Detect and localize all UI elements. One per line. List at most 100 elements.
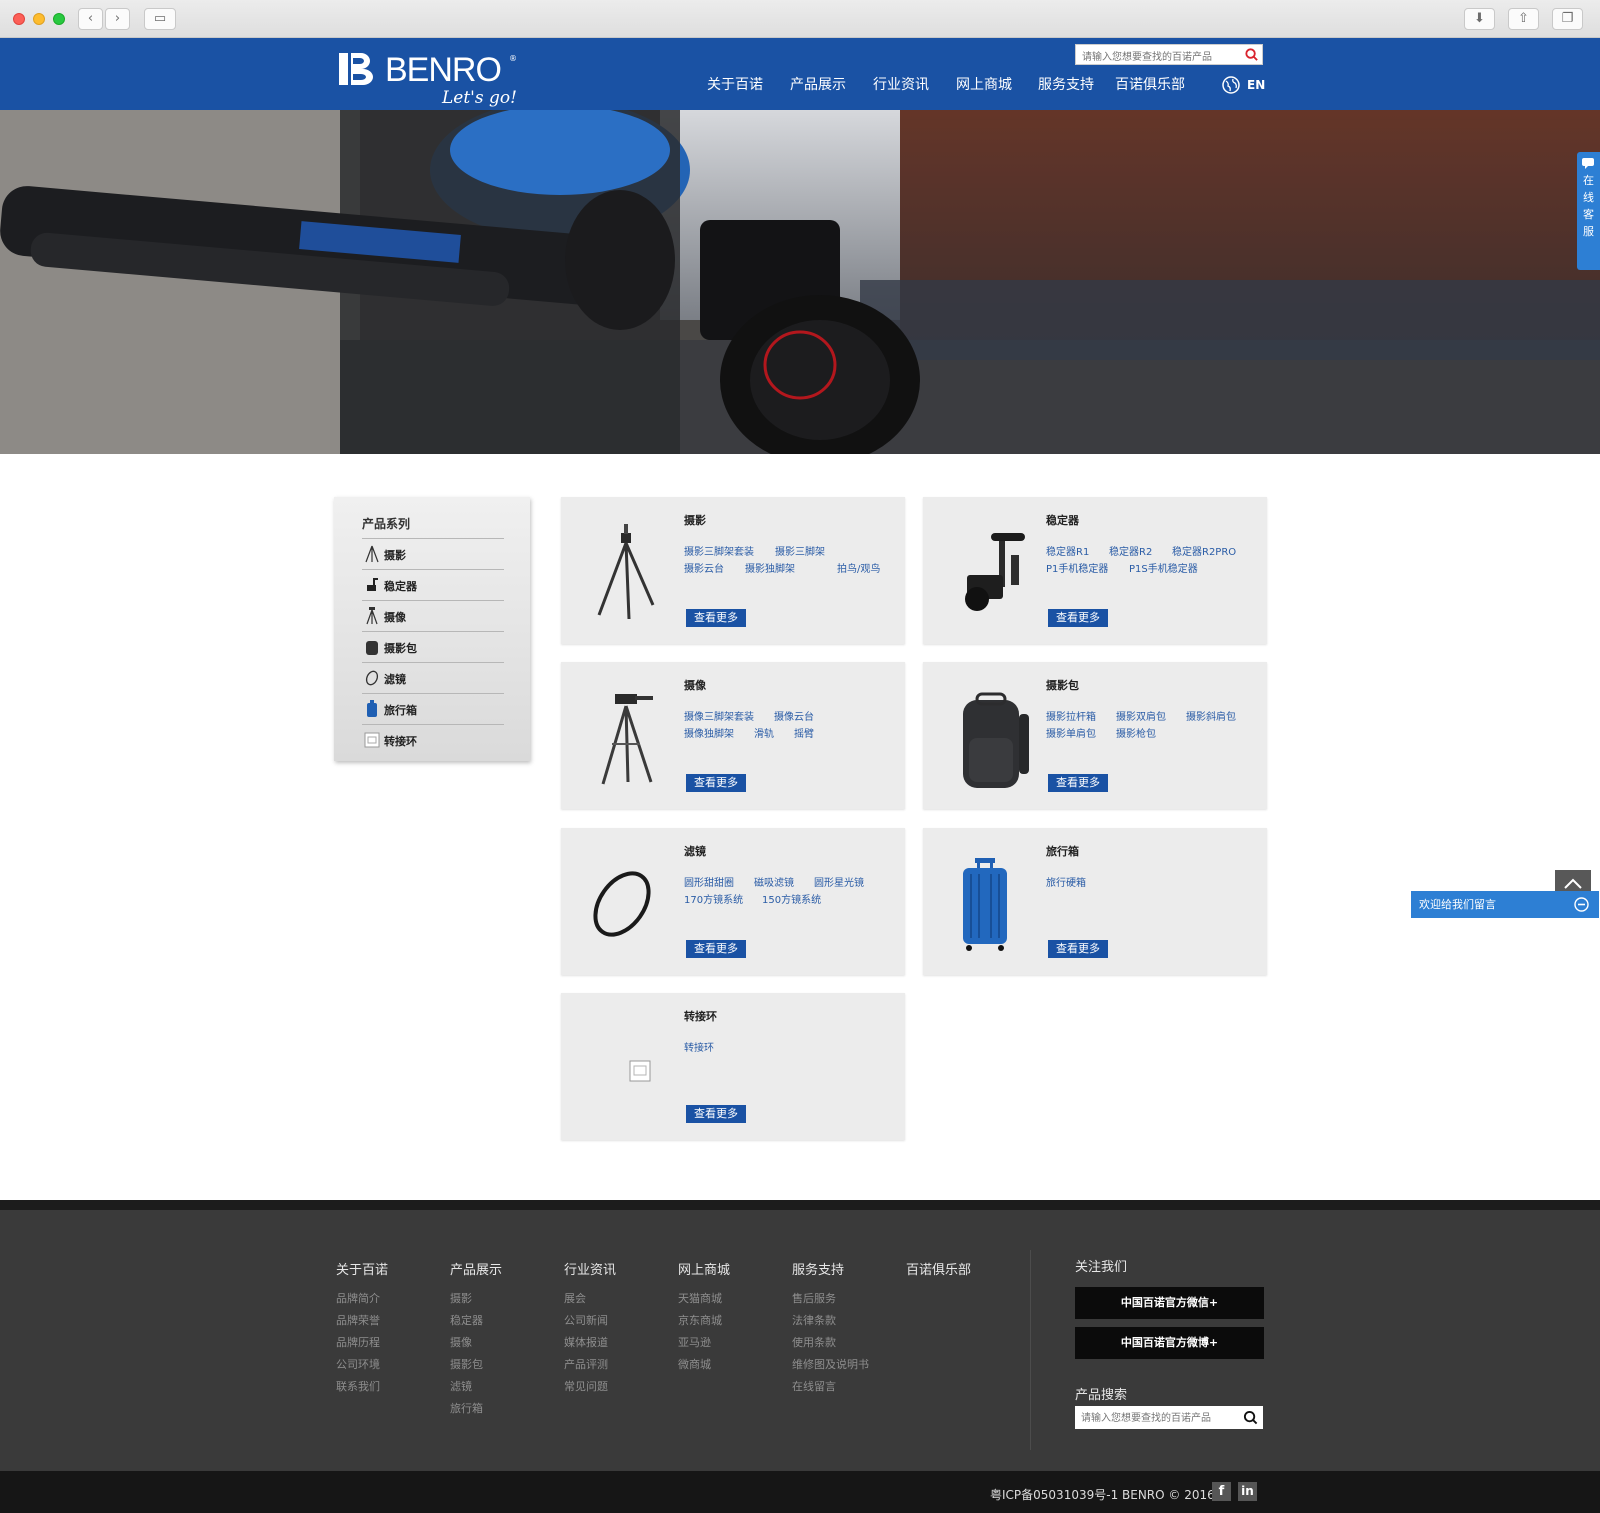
footer-link[interactable]: 公司新闻 — [564, 1310, 616, 1332]
card-link[interactable]: 拍鸟/观鸟 — [837, 560, 880, 575]
weibo-button[interactable]: 中国百诺官方微博+ — [1075, 1327, 1264, 1359]
card-link[interactable]: 摄影斜肩包 — [1186, 708, 1236, 723]
view-more-button[interactable]: 查看更多 — [686, 609, 746, 627]
card-link[interactable]: 摄影枪包 — [1116, 725, 1156, 740]
language-switch[interactable]: EN — [1222, 76, 1265, 96]
share-icon[interactable]: ⇧ — [1508, 8, 1539, 30]
footer-link[interactable]: 产品评测 — [564, 1354, 616, 1376]
linkedin-icon[interactable]: in — [1238, 1482, 1257, 1501]
card-link[interactable]: 旅行硬箱 — [1046, 874, 1086, 889]
card-link[interactable]: 摄影云台 — [684, 560, 724, 575]
facebook-icon[interactable]: f — [1212, 1482, 1231, 1501]
leave-message-bar[interactable]: 欢迎给我们留言 — [1411, 891, 1599, 918]
header-search-input[interactable] — [1076, 48, 1236, 67]
footer-link[interactable]: 常见问题 — [564, 1376, 616, 1398]
sidebar-item-filter[interactable]: 滤镜 — [362, 663, 504, 694]
footer-heading[interactable]: 网上商城 — [678, 1259, 730, 1278]
footer-heading[interactable]: 行业资讯 — [564, 1259, 616, 1278]
nav-service[interactable]: 服务支持 — [1038, 74, 1094, 94]
card-link[interactable]: 稳定器R2PRO — [1172, 543, 1236, 558]
footer-link[interactable]: 在线留言 — [792, 1376, 869, 1398]
card-link[interactable]: 摄像云台 — [774, 708, 814, 723]
footer-link[interactable]: 品牌历程 — [336, 1332, 388, 1354]
view-more-button[interactable]: 查看更多 — [686, 940, 746, 958]
sidebar-item-adapter[interactable]: 转接环 — [362, 725, 504, 756]
card-link[interactable]: P1S手机稳定器 — [1129, 560, 1198, 575]
footer-link[interactable]: 京东商城 — [678, 1310, 730, 1332]
sidebar-item-suitcase[interactable]: 旅行箱 — [362, 694, 504, 725]
wechat-button[interactable]: 中国百诺官方微信+ — [1075, 1287, 1264, 1319]
footer-link[interactable]: 品牌荣誉 — [336, 1310, 388, 1332]
footer-link[interactable]: 公司环境 — [336, 1354, 388, 1376]
tabs-icon[interactable]: ❐ — [1552, 8, 1583, 30]
view-more-button[interactable]: 查看更多 — [1048, 609, 1108, 627]
card-link[interactable]: 摄影拉杆箱 — [1046, 708, 1096, 723]
footer-heading[interactable]: 服务支持 — [792, 1259, 869, 1278]
footer-link[interactable]: 法律条款 — [792, 1310, 869, 1332]
view-more-button[interactable]: 查看更多 — [1048, 774, 1108, 792]
nav-products[interactable]: 产品展示 — [790, 74, 846, 94]
nav-news[interactable]: 行业资讯 — [873, 74, 929, 94]
footer-link[interactable]: 摄影 — [450, 1288, 502, 1310]
forward-icon[interactable]: › — [105, 8, 130, 30]
nav-club[interactable]: 百诺俱乐部 — [1115, 74, 1185, 94]
footer-link[interactable]: 稳定器 — [450, 1310, 502, 1332]
footer-link[interactable]: 维修图及说明书 — [792, 1354, 869, 1376]
minimize-icon[interactable] — [1574, 897, 1589, 912]
view-more-button[interactable]: 查看更多 — [686, 1105, 746, 1123]
card-link[interactable]: 稳定器R2 — [1109, 543, 1152, 558]
nav-about[interactable]: 关于百诺 — [707, 74, 763, 94]
footer-link[interactable]: 品牌简介 — [336, 1288, 388, 1310]
card-link[interactable]: 摇臂 — [794, 725, 814, 740]
search-icon[interactable] — [1243, 1410, 1258, 1425]
footer-link[interactable]: 亚马逊 — [678, 1332, 730, 1354]
sidebar-item-video[interactable]: 摄像 — [362, 601, 504, 632]
footer-heading[interactable]: 关于百诺 — [336, 1259, 388, 1278]
footer-link[interactable]: 滤镜 — [450, 1376, 502, 1398]
card-link[interactable]: 圆形甜甜圈 — [684, 874, 734, 889]
nav-shop[interactable]: 网上商城 — [956, 74, 1012, 94]
card-link[interactable]: 摄影三脚架 — [775, 543, 825, 558]
footer-link[interactable]: 展会 — [564, 1288, 616, 1310]
sidebar-item-bag[interactable]: 摄影包 — [362, 632, 504, 663]
sidebar-toggle-icon[interactable]: ▭ — [144, 8, 176, 30]
card-link[interactable]: 摄影双肩包 — [1116, 708, 1166, 723]
card-link[interactable]: 摄像独脚架 — [684, 725, 734, 740]
card-link[interactable]: 150方镜系统 — [762, 891, 821, 906]
footer-link[interactable]: 摄影包 — [450, 1354, 502, 1376]
footer-heading[interactable]: 百诺俱乐部 — [906, 1259, 971, 1278]
footer-search-input[interactable] — [1075, 1407, 1235, 1430]
filter-product-image[interactable] — [579, 840, 675, 964]
card-link[interactable]: 稳定器R1 — [1046, 543, 1089, 558]
footer-link[interactable]: 天猫商城 — [678, 1288, 730, 1310]
card-link[interactable]: 摄像三脚架套装 — [684, 708, 754, 723]
close-window-icon[interactable] — [13, 13, 25, 25]
backpack-product-image[interactable] — [941, 674, 1037, 798]
card-link[interactable]: 摄影单肩包 — [1046, 725, 1096, 740]
card-link[interactable]: 转接环 — [684, 1039, 714, 1054]
card-link[interactable]: 磁吸滤镜 — [754, 874, 794, 889]
card-link[interactable]: P1手机稳定器 — [1046, 560, 1108, 575]
tripod-product-image[interactable] — [579, 509, 675, 633]
card-link[interactable]: 摄影三脚架套装 — [684, 543, 754, 558]
gimbal-product-image[interactable] — [941, 509, 1037, 633]
footer-link[interactable]: 微商城 — [678, 1354, 730, 1376]
view-more-button[interactable]: 查看更多 — [1048, 940, 1108, 958]
footer-link[interactable]: 联系我们 — [336, 1376, 388, 1398]
maximize-window-icon[interactable] — [53, 13, 65, 25]
card-link[interactable]: 滑轨 — [754, 725, 774, 740]
footer-link[interactable]: 售后服务 — [792, 1288, 869, 1310]
footer-link[interactable]: 旅行箱 — [450, 1398, 502, 1420]
sidebar-item-gimbal[interactable]: 稳定器 — [362, 570, 504, 601]
footer-link[interactable]: 摄像 — [450, 1332, 502, 1354]
minimize-window-icon[interactable] — [33, 13, 45, 25]
footer-heading[interactable]: 产品展示 — [450, 1259, 502, 1278]
card-link[interactable]: 圆形星光镜 — [814, 874, 864, 889]
back-icon[interactable]: ‹ — [78, 8, 103, 30]
search-icon[interactable] — [1244, 47, 1259, 62]
suitcase-product-image[interactable] — [941, 840, 1037, 964]
online-service-tab[interactable]: 在线客服 — [1577, 152, 1600, 270]
footer-link[interactable]: 媒体报道 — [564, 1332, 616, 1354]
card-link[interactable]: 摄影独脚架 — [745, 560, 795, 575]
broken-image-icon[interactable] — [579, 1005, 675, 1129]
